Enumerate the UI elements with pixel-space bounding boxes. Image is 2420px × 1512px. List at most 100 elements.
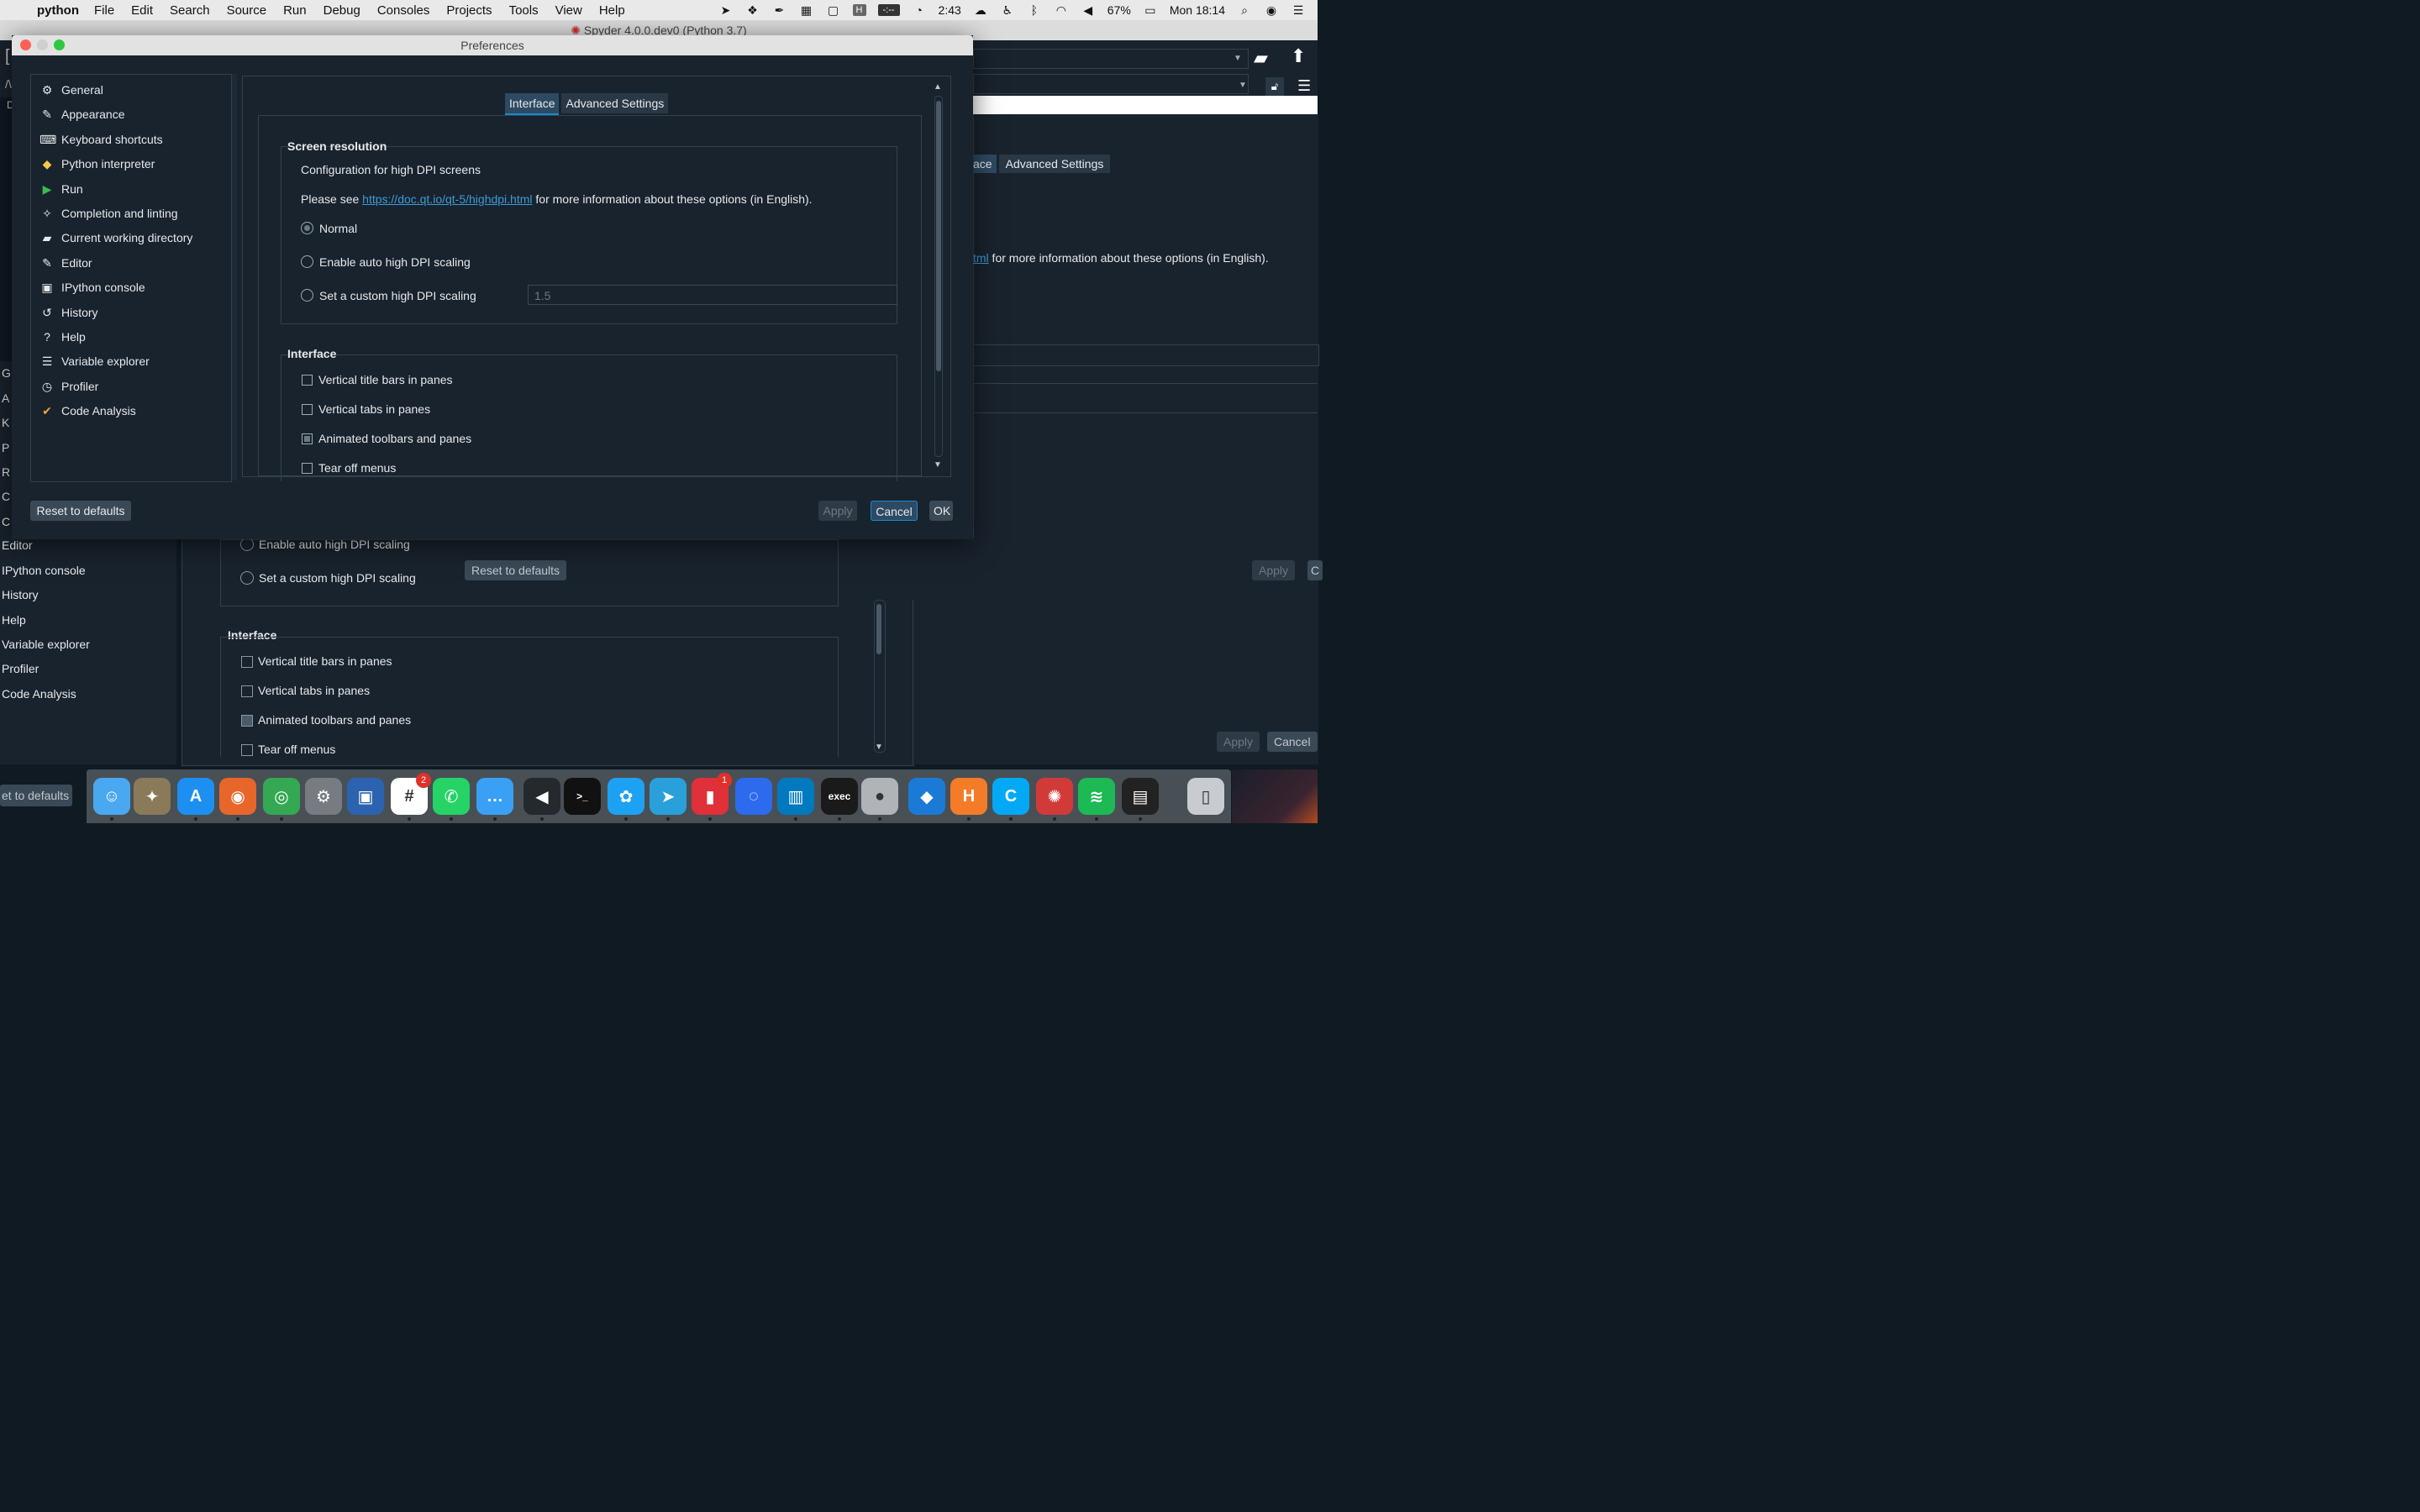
bg-check-1[interactable] xyxy=(241,685,253,697)
nav-item-history[interactable]: ↺ History xyxy=(39,302,97,323)
scroll-up-icon[interactable]: ▲ xyxy=(934,82,942,92)
bg-nav-help[interactable]: Help xyxy=(2,613,26,627)
folder-open-icon[interactable]: ▰ xyxy=(1254,47,1268,69)
nav-item-profiler[interactable]: ◷ Profiler xyxy=(39,375,98,397)
scrollbar-thumb[interactable] xyxy=(936,101,941,371)
bg-file-combo[interactable] xyxy=(973,74,1249,94)
bg-scroll-thumb[interactable] xyxy=(876,604,881,654)
signal-icon[interactable]: ◌ xyxy=(735,778,772,815)
radio-auto-dpi[interactable] xyxy=(301,255,313,268)
nav-item-help[interactable]: ? Help xyxy=(39,326,86,348)
scroll-down-icon[interactable]: ▼ xyxy=(875,743,883,752)
bg-check-0[interactable] xyxy=(241,656,253,668)
spotlight-search-icon[interactable]: ⌕ xyxy=(1237,3,1252,17)
spider-web-icon[interactable]: ✺ xyxy=(1036,778,1073,821)
custom-dpi-input[interactable]: 1.5 xyxy=(528,285,897,305)
check-animated-toolbars[interactable] xyxy=(302,433,313,444)
app-store-icon[interactable]: A xyxy=(177,778,214,821)
bg-cancel-button[interactable]: Cancel xyxy=(1267,732,1318,752)
arrow-up-icon[interactable]: ⬆ xyxy=(1291,45,1306,67)
accessibility-icon[interactable]: ♿ xyxy=(1000,3,1015,17)
timer-badge[interactable]: -:-- xyxy=(877,4,900,16)
battery-percent[interactable]: 67% xyxy=(1107,3,1131,17)
slack-icon[interactable]: #2 xyxy=(391,773,431,821)
bg-nav-ipython[interactable]: IPython console xyxy=(2,564,86,577)
nav-splitter[interactable] xyxy=(232,74,237,480)
radio-custom-dpi-label[interactable]: Set a custom high DPI scaling xyxy=(319,289,476,302)
bg-check-2[interactable] xyxy=(241,715,253,727)
maximize-window-icon[interactable] xyxy=(54,39,65,50)
radio-custom-dpi[interactable] xyxy=(301,289,313,302)
bg-tab-advanced[interactable]: Advanced Settings xyxy=(999,155,1110,173)
apply-button[interactable]: Apply xyxy=(818,501,857,521)
messages-icon[interactable]: … xyxy=(476,778,513,821)
tab-interface[interactable]: Interface xyxy=(505,93,560,115)
h-app-icon[interactable]: H xyxy=(950,778,987,821)
menu-debug[interactable]: Debug xyxy=(324,3,360,18)
nav-item-code-analysis[interactable]: ✔ Code Analysis xyxy=(39,400,136,422)
nav-item-general[interactable]: ⚙ General xyxy=(39,79,103,101)
volume-icon[interactable]: ◀ xyxy=(1081,3,1096,17)
nav-item-completion[interactable]: ✧ Completion and linting xyxy=(39,202,177,224)
nav-item-run[interactable]: ▶ Run xyxy=(39,178,83,200)
qt-highdpi-link[interactable]: https://doc.qt.io/qt-5/highdpi.html xyxy=(362,192,532,206)
menu-projects[interactable]: Projects xyxy=(446,3,492,18)
docker-icon[interactable]: ▦ xyxy=(799,3,814,17)
menu-help[interactable]: Help xyxy=(599,3,625,18)
check-animated-toolbars-label[interactable]: Animated toolbars and panes xyxy=(318,432,471,445)
bg-nav-code-analysis[interactable]: Code Analysis xyxy=(2,687,76,701)
minimize-window-icon[interactable] xyxy=(37,39,48,50)
h-status-badge[interactable]: H xyxy=(852,4,866,16)
clockify-icon[interactable]: C xyxy=(992,778,1029,821)
bg-apply-button-2[interactable]: Apply xyxy=(1217,732,1260,752)
nav-item-keyboard-shortcuts[interactable]: ⌨ Keyboard shortcuts xyxy=(39,129,163,150)
bg-reset-partial-button[interactable]: et to defaults xyxy=(0,785,72,806)
wifi-icon[interactable]: ◠ xyxy=(1054,3,1069,17)
tab-advanced-settings[interactable]: Advanced Settings xyxy=(561,93,669,113)
cloud-upload-icon[interactable]: ☁ xyxy=(973,3,988,17)
nav-item-cwd[interactable]: ▰ Current working directory xyxy=(39,227,193,249)
vectorize-icon[interactable]: ◆ xyxy=(908,778,945,815)
siri-icon[interactable]: ◉ xyxy=(1264,3,1279,17)
system-preferences-icon[interactable]: ⚙ xyxy=(305,778,342,815)
nav-item-python-interpreter[interactable]: ◆ Python interpreter xyxy=(39,153,155,175)
nav-item-ipython-console[interactable]: ▣ IPython console xyxy=(39,276,145,298)
vscode-icon[interactable]: ◀ xyxy=(523,778,560,821)
check-vertical-tabs-label[interactable]: Vertical tabs in panes xyxy=(318,402,430,416)
cancel-button[interactable]: Cancel xyxy=(871,501,918,521)
bg-apply-button[interactable]: Apply xyxy=(1252,560,1296,580)
trello-icon[interactable]: ▥ xyxy=(777,778,814,821)
lock-icon[interactable]: 🔓︎ xyxy=(1265,77,1284,96)
menu-edit[interactable]: Edit xyxy=(131,3,153,18)
exec-icon[interactable]: exec xyxy=(821,778,858,821)
clock-label[interactable]: 2:43 xyxy=(939,3,961,17)
bg-check-3[interactable] xyxy=(241,744,253,756)
nav-item-appearance[interactable]: ✎ Appearance xyxy=(39,103,124,125)
chevron-down-icon[interactable]: ▼ xyxy=(1234,54,1242,63)
menu-source[interactable]: Source xyxy=(227,3,267,18)
menu-file[interactable]: File xyxy=(94,3,114,18)
menu-view[interactable]: View xyxy=(555,3,582,18)
bg-scrollbar[interactable] xyxy=(874,600,886,753)
close-window-icon[interactable] xyxy=(20,39,31,50)
nav-item-editor[interactable]: ✎ Editor xyxy=(39,252,92,274)
navigation-icon[interactable]: ➤ xyxy=(718,3,734,17)
preview-icon[interactable]: ✦ xyxy=(134,778,171,815)
telegram-icon[interactable]: ➤ xyxy=(650,778,687,821)
clockify-status-icon[interactable]: ◔ xyxy=(912,3,927,17)
firefox-icon[interactable]: ◉ xyxy=(219,778,256,821)
content-vertical-scrollbar[interactable]: ▲ ▼ xyxy=(933,82,944,474)
hamburger-menu-icon[interactable]: ☰ xyxy=(1297,77,1311,95)
bg-nav-profiler[interactable]: Profiler xyxy=(2,662,39,675)
ok-button[interactable]: OK xyxy=(929,501,953,521)
whatsapp-icon[interactable]: ✆ xyxy=(433,778,470,821)
dropbox-icon[interactable]: ❖ xyxy=(745,3,760,17)
check-tear-off-menus[interactable] xyxy=(302,463,313,474)
bg-tab-interface[interactable]: ace xyxy=(973,155,997,173)
feather-icon[interactable]: ✒ xyxy=(772,3,787,17)
window-icon[interactable]: ▢ xyxy=(826,3,841,17)
bg-radio-custom[interactable] xyxy=(240,571,254,585)
equalizer-icon[interactable]: ▮ 1 xyxy=(692,773,732,821)
menu-search[interactable]: Search xyxy=(170,3,210,18)
check-vertical-title-bars[interactable] xyxy=(302,375,313,386)
